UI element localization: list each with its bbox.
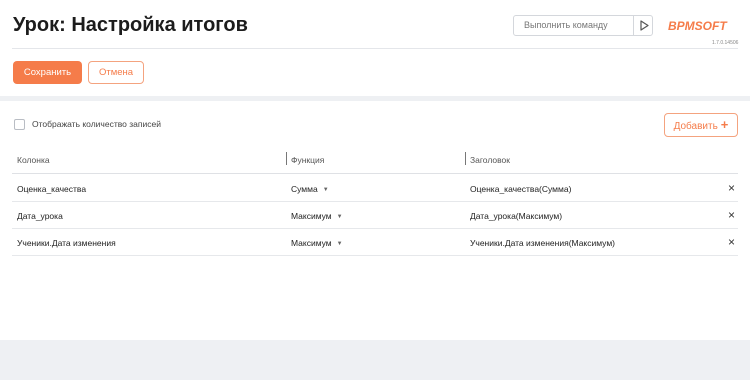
plus-icon: + (720, 117, 729, 132)
header-column: Колонка (17, 155, 50, 165)
column-resize-handle[interactable] (286, 152, 287, 165)
summary-settings-panel: Отображать количество записей Добавить + … (0, 101, 750, 340)
delete-icon[interactable]: × (728, 181, 735, 195)
row-title[interactable]: Оценка_качества(Сумма) (470, 184, 571, 194)
table-row: Оценка_качества Сумма ▼ Оценка_качества(С… (12, 175, 738, 202)
command-divider (633, 16, 634, 35)
version-label: 1.7.0.14506 (712, 40, 739, 46)
show-count-label: Отображать количество записей (32, 119, 161, 129)
row-title[interactable]: Дата_урока(Максимум) (470, 211, 562, 221)
title-divider (12, 48, 738, 49)
row-column-name: Дата_урока (17, 211, 63, 221)
row-title[interactable]: Ученики.Дата изменения(Максимум) (470, 238, 615, 248)
column-resize-handle[interactable] (465, 152, 466, 165)
header-divider (12, 173, 738, 174)
function-select[interactable]: Максимум ▼ (291, 211, 343, 221)
command-line[interactable]: Выполнить команду (513, 15, 653, 36)
chevron-down-icon: ▼ (336, 214, 343, 220)
function-select[interactable]: Сумма ▼ (291, 184, 329, 194)
delete-icon[interactable]: × (728, 235, 735, 249)
table-row: Дата_урока Максимум ▼ Дата_урока(Максимум… (12, 202, 738, 229)
header-title: Заголовок (470, 155, 510, 165)
row-column-name: Оценка_качества (17, 184, 87, 194)
function-value: Сумма (291, 184, 318, 194)
delete-icon[interactable]: × (728, 208, 735, 222)
chevron-down-icon: ▼ (322, 187, 329, 193)
play-icon[interactable] (638, 19, 650, 32)
bpmsoft-logo: BPMSOFT (668, 19, 728, 33)
function-value: Максимум (291, 238, 332, 248)
logo-text: BPMSOFT (668, 19, 728, 33)
header-function: Функция (291, 155, 325, 165)
add-button[interactable]: Добавить + (664, 113, 738, 137)
show-count-checkbox[interactable] (14, 119, 25, 130)
table-row: Ученики.Дата изменения Максимум ▼ Ученики… (12, 229, 738, 256)
cancel-button[interactable]: Отмена (88, 61, 144, 84)
save-button[interactable]: Сохранить (13, 61, 82, 84)
page-header: Урок: Настройка итогов Выполнить команду… (0, 0, 750, 96)
command-input[interactable]: Выполнить команду (524, 20, 608, 30)
function-select[interactable]: Максимум ▼ (291, 238, 343, 248)
function-value: Максимум (291, 211, 332, 221)
row-column-name: Ученики.Дата изменения (17, 238, 116, 248)
add-button-label: Добавить (673, 121, 718, 132)
page-title: Урок: Настройка итогов (13, 14, 248, 36)
chevron-down-icon: ▼ (336, 241, 343, 247)
